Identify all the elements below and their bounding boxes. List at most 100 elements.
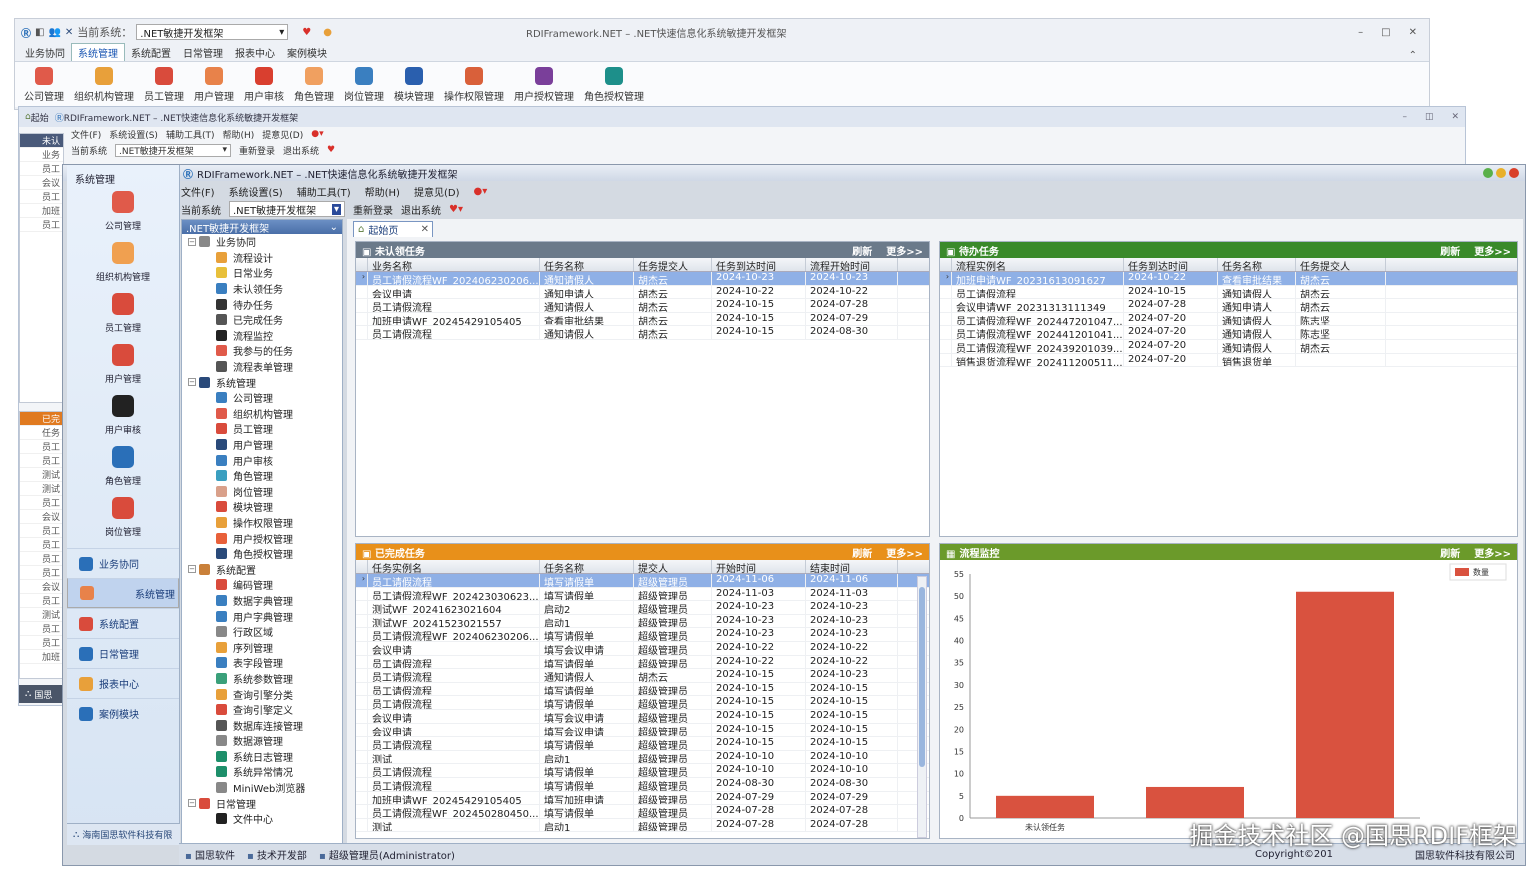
table-row[interactable]: 会议申请WF_20231313111349 2024-07-28 通知申请人 胡杰云 xyxy=(940,299,1517,313)
nav-big-item[interactable]: 用户管理 xyxy=(67,338,179,389)
table-row[interactable]: 员工请假流程 填写请假单 超级管理员 2024-10-10 2024-10-10 xyxy=(356,764,929,778)
table-row[interactable]: 会议申请 填写会议申请 超级管理员 2024-10-15 2024-10-15 xyxy=(356,709,929,724)
tree-item[interactable]: 角色授权管理 xyxy=(182,546,342,562)
close-icon[interactable] xyxy=(1509,168,1519,178)
w1-system-select[interactable]: .NET敏捷开发框架 ▾ xyxy=(136,24,289,40)
vertical-scrollbar[interactable] xyxy=(917,576,927,838)
tree-item[interactable]: − 日常管理 xyxy=(182,795,342,811)
tree-item[interactable]: 角色管理 xyxy=(182,468,342,484)
completed-col-header[interactable]: 提交人 xyxy=(634,560,712,573)
pending-col-header[interactable]: 任务提交人 xyxy=(1296,258,1386,271)
tree-item[interactable]: 员工管理 xyxy=(182,421,342,437)
table-row[interactable]: 会议申请 填写会议申请 超级管理员 2024-10-22 2024-10-22 xyxy=(356,641,929,656)
table-row[interactable]: 员工请假流程 2024-10-15 通知请假人 胡杰云 xyxy=(940,285,1517,300)
table-row[interactable]: 会议申请 填写会议申请 超级管理员 2024-10-15 2024-10-15 xyxy=(356,723,929,738)
ribbon-button-3[interactable]: 用户管理 xyxy=(191,66,237,103)
w2-menu-item[interactable]: 文件(F) xyxy=(71,128,101,141)
unclaimed-more-button[interactable]: 更多>> xyxy=(886,243,923,258)
table-row[interactable]: 测试 启动1 超级管理员 2024-10-10 2024-10-10 xyxy=(356,750,929,765)
nav-big-item[interactable]: 角色管理 xyxy=(67,440,179,491)
ribbon-button-9[interactable]: 用户授权管理 xyxy=(511,66,577,103)
nav-big-item[interactable]: 组织机构管理 xyxy=(67,236,179,287)
scrollbar-thumb[interactable] xyxy=(919,587,925,767)
table-row[interactable]: › 加班申请WF_20231613091627 2024-10-22 查看审批结果 胡杰… xyxy=(940,272,1517,286)
table-row[interactable]: 员工请假流程WF_202423030623... 填写请假单 超级管理员 2024-1… xyxy=(356,587,929,602)
pending-col-header[interactable]: 任务名称 xyxy=(1218,258,1296,271)
table-row[interactable]: 员工请假流程 填写请假单 超级管理员 2024-10-15 2024-10-15 xyxy=(356,696,929,710)
tree-item[interactable]: 序列管理 xyxy=(182,639,342,655)
ribbon-button-2[interactable]: 员工管理 xyxy=(141,66,187,103)
tree-item[interactable]: 数据字典管理 xyxy=(182,593,342,609)
close-icon[interactable]: ✕ xyxy=(421,224,429,235)
tree-item[interactable]: 待办任务 xyxy=(182,296,342,312)
heart-icon[interactable]: ♥ xyxy=(302,27,311,38)
tree-item[interactable]: 未认领任务 xyxy=(182,281,342,297)
table-row[interactable]: 员工请假流程 通知请假人 胡杰云 2024-10-15 2024-10-23 xyxy=(356,669,929,683)
nav-big-item[interactable]: 用户审核 xyxy=(67,389,179,440)
pending-more-button[interactable]: 更多>> xyxy=(1474,243,1511,258)
w3-menu-item[interactable]: 帮助(H) xyxy=(365,184,400,199)
tree-item[interactable]: 用户管理 xyxy=(182,437,342,453)
restore-icon[interactable]: ◫ xyxy=(1425,112,1434,122)
window-menu-icon[interactable]: ◧ xyxy=(35,27,44,38)
table-row[interactable]: 员工请假流程 填写请假单 超级管理员 2024-10-15 2024-10-15 xyxy=(356,682,929,697)
tree-item[interactable]: − 系统管理 xyxy=(182,374,342,390)
table-row[interactable]: 员工请假流程WF_202439201039... 2024-07-20 通知请假人胡… xyxy=(940,339,1517,354)
tree-item[interactable]: MiniWeb浏览器 xyxy=(182,780,342,796)
ribbon-button-4[interactable]: 用户审核 xyxy=(241,66,287,103)
tree-item[interactable]: 用户字典管理 xyxy=(182,608,342,624)
chevron-down-icon[interactable]: ⌄ xyxy=(330,222,338,233)
expand-icon[interactable]: − xyxy=(188,378,196,387)
table-row[interactable]: 测试WF_20241523021557 启动1 超级管理员 2024-10-23 202… xyxy=(356,614,929,629)
tree-item[interactable]: 流程表单管理 xyxy=(182,359,342,375)
tab-3[interactable]: 日常管理 xyxy=(177,44,229,61)
unclaimed-col-header[interactable]: 任务名称 xyxy=(540,258,634,271)
w3-menu-item[interactable]: 辅助工具(T) xyxy=(297,184,351,199)
monitor-refresh-button[interactable]: 刷新 xyxy=(1440,545,1460,560)
tree-item[interactable]: 已完成任务 xyxy=(182,312,342,328)
close-icon[interactable]: ✕ xyxy=(1409,27,1417,38)
tree-item[interactable]: 数据源管理 xyxy=(182,733,342,749)
expand-icon[interactable]: − xyxy=(188,565,196,574)
unclaimed-col-header[interactable]: 流程开始时间 xyxy=(806,258,898,271)
ribbon-button-7[interactable]: 模块管理 xyxy=(391,66,437,103)
doc-tab-start[interactable]: ⌂ 起始页 ✕ xyxy=(353,221,433,237)
tree-item[interactable]: 行政区域 xyxy=(182,624,342,640)
tree-item[interactable]: 数据库连接管理 xyxy=(182,717,342,733)
expand-icon[interactable]: − xyxy=(188,799,196,808)
nav-small-item[interactable]: 报表中心 xyxy=(67,668,179,698)
w3-menu-item[interactable]: 文件(F) xyxy=(181,184,215,199)
completed-col-header[interactable]: 任务名称 xyxy=(540,560,634,573)
tree-item[interactable]: 组织机构管理 xyxy=(182,406,342,422)
minimize-icon[interactable] xyxy=(1483,168,1493,178)
tree-item[interactable]: 流程设计 xyxy=(182,250,342,266)
nav-small-item[interactable]: 日常管理 xyxy=(67,638,179,668)
nav-big-item[interactable]: 员工管理 xyxy=(67,287,179,338)
w2-exit[interactable]: 退出系统 xyxy=(283,144,319,157)
w3-menu-item[interactable]: 提意见(D) xyxy=(414,184,460,199)
w3-exit[interactable]: 退出系统 xyxy=(401,202,441,217)
tree-item[interactable]: 查询引擎分类 xyxy=(182,686,342,702)
table-row[interactable]: › 员工请假流程 填写请假单 超级管理员 2024-11-06 2024-11-06 xyxy=(356,574,929,588)
maximize-icon[interactable] xyxy=(1496,168,1506,178)
heart-icon[interactable]: ●▾ xyxy=(473,186,487,197)
tree-item[interactable]: 日常业务 xyxy=(182,265,342,281)
tab-0[interactable]: 业务协同 xyxy=(19,44,71,61)
completed-refresh-button[interactable]: 刷新 xyxy=(852,545,872,560)
tree-item[interactable]: 岗位管理 xyxy=(182,484,342,500)
nav-small-item[interactable]: 系统配置 xyxy=(67,608,179,638)
table-row[interactable]: 加班申请WF_20245429105405 查看审批结果 胡杰云 2024-10-15… xyxy=(356,312,929,327)
tree-item[interactable]: 操作权限管理 xyxy=(182,515,342,531)
tree-item[interactable]: 公司管理 xyxy=(182,390,342,406)
table-row[interactable]: 员工请假流程 填写请假单 超级管理员 2024-08-30 2024-08-30 xyxy=(356,777,929,792)
tree-item[interactable]: 系统日志管理 xyxy=(182,749,342,765)
nav-small-item[interactable]: 案例模块 xyxy=(67,698,179,728)
table-row[interactable]: 员工请假流程 通知请假人 胡杰云 2024-10-15 2024-08-30 xyxy=(356,326,929,340)
table-row[interactable]: 员工请假流程WF_202406230206... 填写请假单 超级管理员 2024-1… xyxy=(356,628,929,642)
nav-big-item[interactable]: 公司管理 xyxy=(67,185,179,236)
nav-small-item[interactable]: 系统管理 xyxy=(67,578,179,608)
ribbon-button-10[interactable]: 角色授权管理 xyxy=(581,66,647,103)
table-row[interactable]: 加班申请WF_20245429105405 填写加班申请 超级管理员 2024-07-… xyxy=(356,791,929,806)
tree-item[interactable]: 查询引擎定义 xyxy=(182,702,342,718)
minimize-icon[interactable]: – xyxy=(1402,112,1407,122)
